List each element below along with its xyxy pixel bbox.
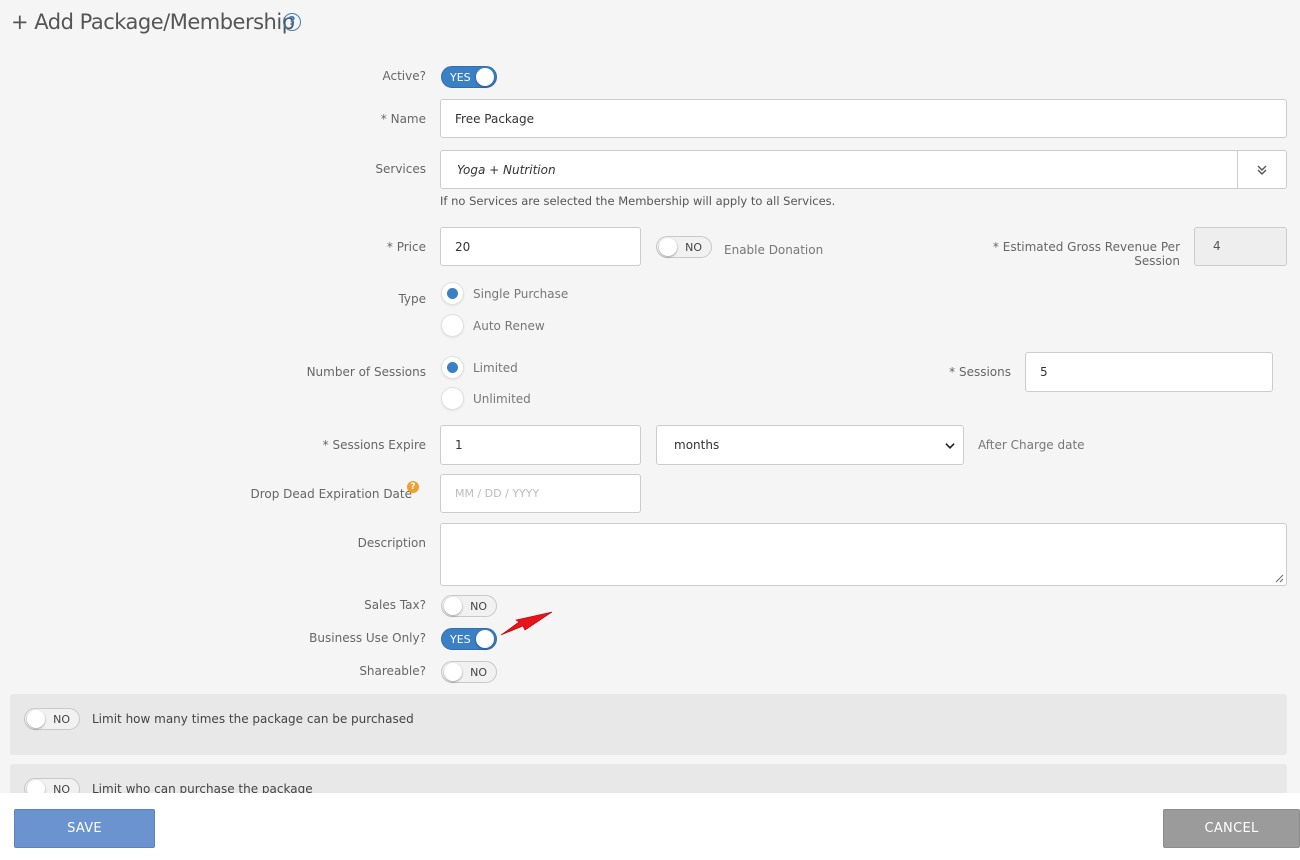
red-arrow-annotation-icon [500, 611, 553, 636]
shareable-toggle-state: NO [470, 665, 487, 679]
expire-unit-value: months [674, 438, 720, 452]
business-use-toggle-state: YES [450, 632, 471, 646]
sessions-expire-label: * Sessions Expire [322, 438, 426, 452]
name-input[interactable]: Free Package [440, 99, 1287, 138]
price-label: * Price [386, 240, 426, 254]
drop-dead-date-input[interactable]: MM / DD / YYYY [440, 474, 641, 513]
services-hint: If no Services are selected the Membersh… [440, 194, 836, 208]
estimated-revenue-label: * Estimated Gross Revenue Per Session [993, 240, 1180, 268]
resize-handle-icon[interactable] [1274, 573, 1284, 583]
sessions-option-label[interactable]: Limited [473, 361, 518, 375]
cancel-button[interactable]: CANCEL [1163, 809, 1300, 848]
toggle-knob [27, 710, 45, 728]
estimated-label-line1: * Estimated Gross Revenue Per [992, 240, 1180, 254]
toggle-knob [476, 630, 494, 648]
type-auto-renew-radio[interactable] [441, 314, 464, 337]
drop-dead-help-icon[interactable]: ? [407, 481, 419, 493]
active-label: Active? [382, 69, 427, 83]
footer-bar [0, 793, 1300, 860]
limit-purchases-label: Limit how many times the package can be … [92, 712, 414, 726]
name-label: * Name [380, 112, 426, 126]
type-option-label[interactable]: Auto Renew [473, 319, 545, 333]
estimated-label-line2: Session [1134, 254, 1180, 268]
active-toggle-state: YES [450, 70, 471, 84]
after-charge-date-text: After Charge date [978, 438, 1085, 452]
type-single-purchase-radio[interactable] [441, 282, 464, 305]
business-use-label: Business Use Only? [309, 631, 426, 645]
toggle-knob [444, 597, 462, 615]
sessions-unlimited-radio[interactable] [441, 387, 464, 410]
services-multiselect[interactable]: Yoga + Nutrition [440, 150, 1287, 189]
sessions-count-input[interactable]: 5 [1025, 352, 1273, 392]
donation-toggle-state: NO [685, 240, 702, 254]
toggle-knob [659, 238, 677, 256]
price-input[interactable]: 20 [440, 227, 641, 266]
type-label: Type [398, 292, 426, 306]
enable-donation-toggle[interactable]: NO [656, 236, 712, 258]
sales-tax-toggle-state: NO [470, 599, 487, 613]
description-textarea[interactable] [440, 523, 1287, 586]
save-button[interactable]: SAVE [14, 809, 155, 848]
double-chevron-down-icon[interactable] [1238, 151, 1286, 188]
expire-unit-select[interactable]: months [656, 425, 964, 465]
sessions-expire-input[interactable]: 1 [440, 425, 641, 465]
sessions-option-label[interactable]: Unlimited [473, 392, 531, 406]
drop-dead-label: Drop Dead Expiration Date [250, 487, 413, 501]
services-value: Yoga + Nutrition [457, 162, 556, 177]
sessions-limited-radio[interactable] [441, 356, 464, 379]
limit-purchases-toggle[interactable]: NO [24, 708, 80, 730]
enable-donation-label: Enable Donation [724, 243, 824, 257]
chevron-down-icon [945, 443, 955, 449]
sales-tax-toggle[interactable]: NO [441, 595, 497, 617]
sessions-count-label: * Sessions [949, 365, 1011, 379]
shareable-toggle[interactable]: NO [441, 661, 497, 683]
estimated-revenue-input: 4 [1194, 227, 1287, 266]
limit-purchases-toggle-state: NO [53, 712, 70, 726]
type-option-label[interactable]: Single Purchase [473, 287, 568, 301]
sales-tax-label: Sales Tax? [364, 598, 426, 612]
description-label: Description [357, 536, 426, 550]
number-of-sessions-label: Number of Sessions [306, 365, 426, 379]
services-label: Services [375, 162, 426, 176]
active-toggle[interactable]: YES [441, 66, 497, 88]
toggle-knob [444, 663, 462, 681]
help-icon[interactable]: ? [283, 13, 301, 31]
shareable-label: Shareable? [359, 664, 426, 678]
toggle-knob [476, 68, 494, 86]
business-use-toggle[interactable]: YES [441, 628, 497, 650]
page-title: + Add Package/Membership [11, 10, 295, 34]
